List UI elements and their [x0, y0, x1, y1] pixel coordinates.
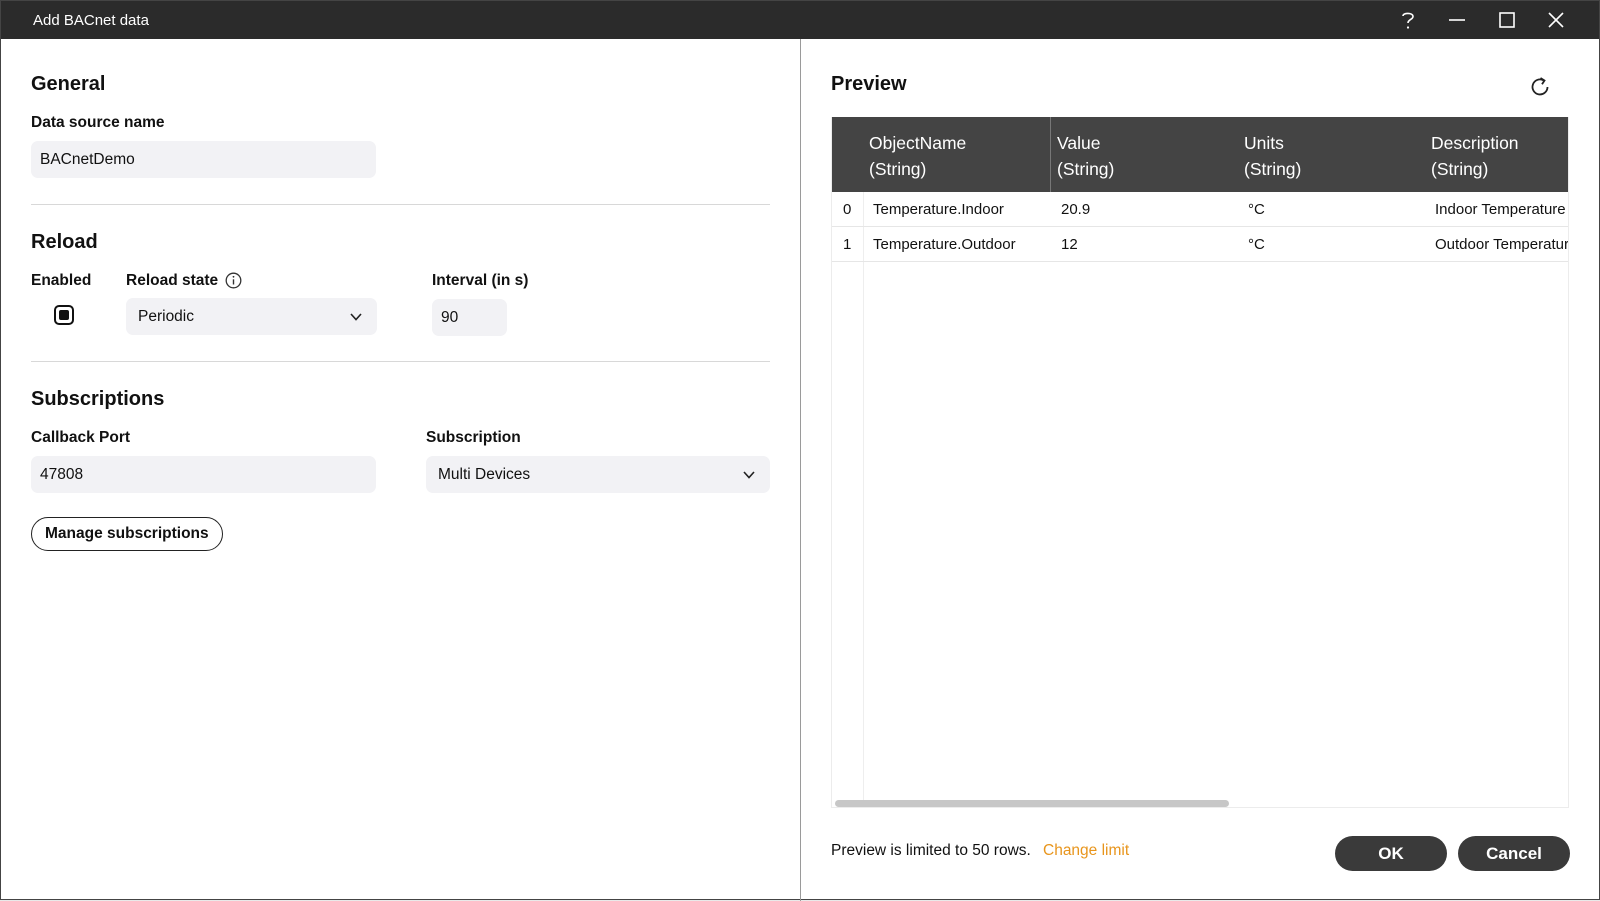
column-header-description[interactable]: Description (String) [1431, 130, 1519, 182]
title-bar: Add BACnet data [1, 1, 1599, 39]
table-cell: 12 [1061, 236, 1078, 253]
window-title: Add BACnet data [33, 12, 149, 29]
column-name: Value [1057, 133, 1101, 153]
data-source-input[interactable]: BACnetDemo [31, 141, 376, 178]
column-header-value[interactable]: Value (String) [1057, 130, 1114, 182]
reload-state-select[interactable]: Periodic [126, 298, 377, 335]
maximize-button[interactable] [1487, 5, 1527, 35]
minimize-icon [1449, 19, 1465, 21]
column-header-units[interactable]: Units (String) [1244, 130, 1301, 182]
callback-port-label: Callback Port [31, 429, 131, 446]
row-index: 0 [843, 201, 852, 218]
horizontal-scrollbar[interactable] [835, 800, 1229, 807]
column-name: ObjectName [869, 133, 967, 153]
subscriptions-heading: Subscriptions [31, 388, 165, 410]
column-name: Units [1244, 133, 1284, 153]
table-cell: Temperature.Outdoor [873, 236, 1016, 253]
reload-heading: Reload [31, 231, 98, 253]
settings-panel: General Data source name BACnetDemo Relo… [1, 39, 800, 899]
chevron-down-icon [350, 313, 362, 321]
info-icon[interactable] [225, 272, 242, 289]
maximize-icon [1499, 12, 1515, 28]
table-cell: °C [1248, 201, 1265, 218]
cancel-button[interactable]: Cancel [1458, 836, 1570, 871]
table-cell: Indoor Temperature [1435, 201, 1566, 218]
column-name: Description [1431, 133, 1519, 153]
data-source-label: Data source name [31, 114, 165, 131]
enabled-checkbox[interactable] [54, 305, 74, 325]
close-button[interactable] [1536, 5, 1576, 35]
subscription-value: Multi Devices [438, 466, 531, 483]
change-limit-link[interactable]: Change limit [1043, 842, 1129, 860]
subscription-label: Subscription [426, 429, 521, 446]
help-button[interactable] [1388, 5, 1428, 35]
chevron-down-icon [743, 471, 755, 479]
subscription-select[interactable]: Multi Devices [426, 456, 770, 493]
table-cell: Temperature.Indoor [873, 201, 1004, 218]
column-header-objectname[interactable]: ObjectName (String) [869, 130, 966, 182]
minimize-button[interactable] [1437, 5, 1477, 35]
interval-label: Interval (in s) [432, 272, 529, 289]
column-type: (String) [1431, 159, 1489, 179]
preview-heading: Preview [831, 73, 907, 95]
column-separator [1050, 117, 1051, 192]
enabled-label: Enabled [31, 272, 92, 289]
general-heading: General [31, 73, 106, 95]
reload-state-label: Reload state [126, 272, 219, 289]
table-row[interactable]: 0 Temperature.Indoor 20.9 °C Indoor Temp… [832, 192, 1568, 227]
refresh-icon[interactable] [1528, 75, 1552, 99]
interval-input[interactable]: 90 [432, 299, 507, 336]
table-cell: 20.9 [1061, 201, 1091, 218]
preview-limit-text: Preview is limited to 50 rows. [831, 842, 1031, 859]
dialog-window: Add BACnet data General Data source name… [0, 0, 1600, 901]
preview-table: ObjectName (String) Value (String) Units… [831, 117, 1569, 808]
section-divider [31, 361, 770, 362]
row-index: 1 [843, 236, 852, 253]
help-icon [1402, 12, 1414, 29]
column-type: (String) [869, 159, 927, 179]
section-divider [31, 204, 770, 205]
column-type: (String) [1057, 159, 1115, 179]
table-row[interactable]: 1 Temperature.Outdoor 12 °C Outdoor Temp… [832, 227, 1569, 262]
manage-subscriptions-button[interactable]: Manage subscriptions [31, 517, 223, 551]
reload-state-value: Periodic [138, 308, 194, 325]
ok-button[interactable]: OK [1335, 836, 1447, 871]
table-cell: °C [1248, 236, 1265, 253]
close-icon [1548, 12, 1564, 28]
checkbox-mark [59, 310, 69, 320]
table-header: ObjectName (String) Value (String) Units… [832, 117, 1568, 192]
row-index-column [832, 192, 864, 807]
column-type: (String) [1244, 159, 1302, 179]
callback-port-input[interactable]: 47808 [31, 456, 376, 493]
table-cell: Outdoor Temperature [1435, 236, 1569, 253]
